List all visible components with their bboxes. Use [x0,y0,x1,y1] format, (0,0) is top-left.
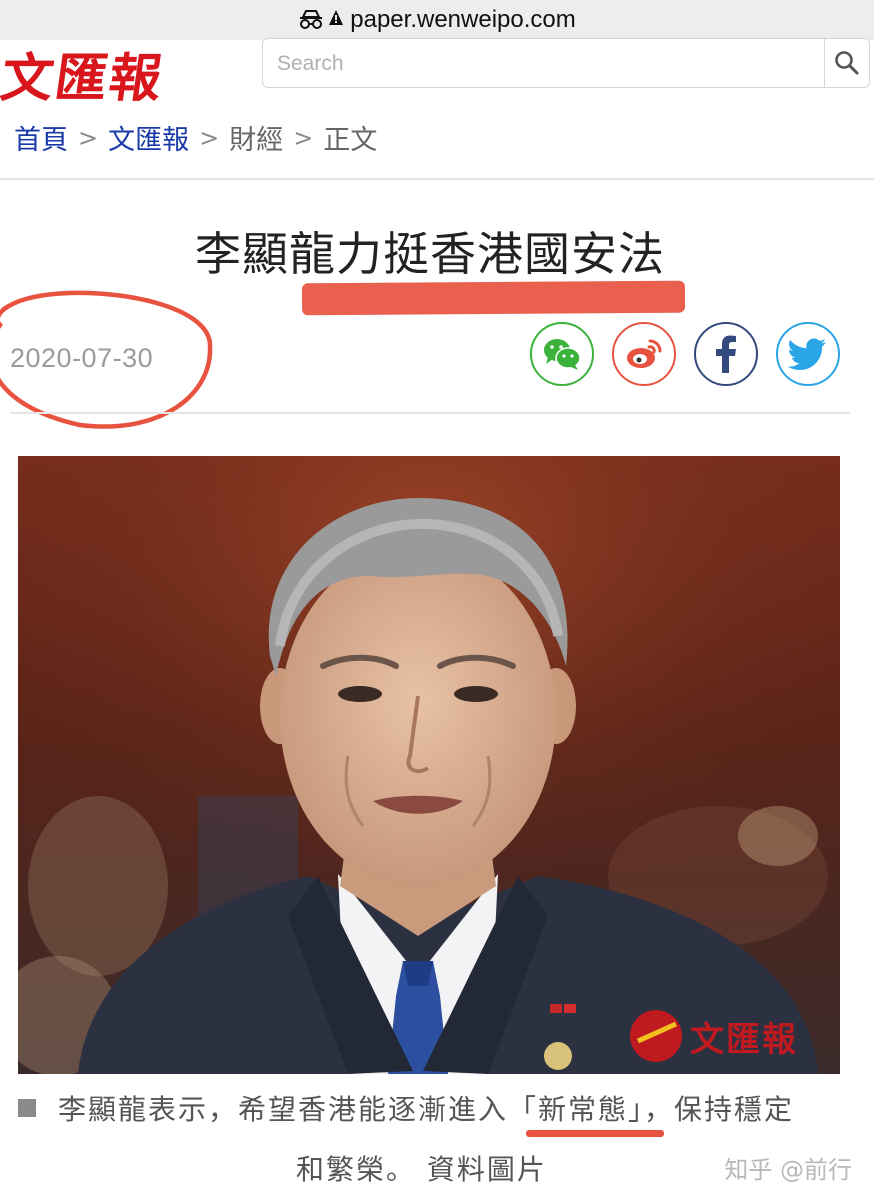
browser-url-bar[interactable]: paper.wenweipo.com [0,0,874,40]
lock-icon [328,8,344,33]
share-wechat-button[interactable] [530,322,594,386]
caption-underline-annotation [526,1130,664,1137]
search-box [262,38,870,88]
search-icon [835,51,859,75]
photo-caption-line-2: 和繁榮。 資料圖片 [296,1153,547,1186]
portrait-illustration [18,456,840,1074]
header-divider [0,178,874,180]
incognito-icon [298,9,324,31]
meta-divider [10,412,850,414]
share-weibo-button[interactable] [612,322,676,386]
breadcrumb-separator: > [199,123,220,152]
site-logo[interactable]: 文匯報 [0,36,169,111]
breadcrumb-current: 正文 [323,125,378,156]
share-facebook-button[interactable] [694,322,758,386]
page: paper.wenweipo.com 文匯報 首頁 > 文匯報 > 財經 > 正… [0,0,874,1200]
breadcrumb-paper-link[interactable]: 文匯報 [108,118,189,157]
breadcrumb: 首頁 > 文匯報 > 財經 > 正文 [14,118,377,157]
article-headline: 李顯龍力挺香港國安法 [195,227,665,281]
photo-caption-line-1: 李顯龍表示，希望香港能逐漸進入「新常態」，保持穩定 [58,1093,795,1126]
facebook-icon [716,335,736,373]
weibo-icon [627,339,662,368]
search-input[interactable] [275,45,819,83]
breadcrumb-separator: > [78,123,99,152]
share-twitter-button[interactable] [776,322,840,386]
twitter-icon [788,338,826,370]
url-text: paper.wenweipo.com [350,6,576,33]
zhihu-watermark: 知乎 @前行 [724,1156,852,1184]
caption-bullet [18,1099,36,1117]
headline-underline-annotation [301,280,686,316]
photo-watermark-text: 文匯報 [690,1020,798,1060]
article-photo: 文匯報 [18,456,840,1074]
wechat-icon [544,339,581,370]
search-button[interactable] [824,38,869,88]
breadcrumb-separator: > [293,123,314,152]
breadcrumb-section: 財經 [229,125,284,156]
breadcrumb-home-link[interactable]: 首頁 [14,118,68,157]
